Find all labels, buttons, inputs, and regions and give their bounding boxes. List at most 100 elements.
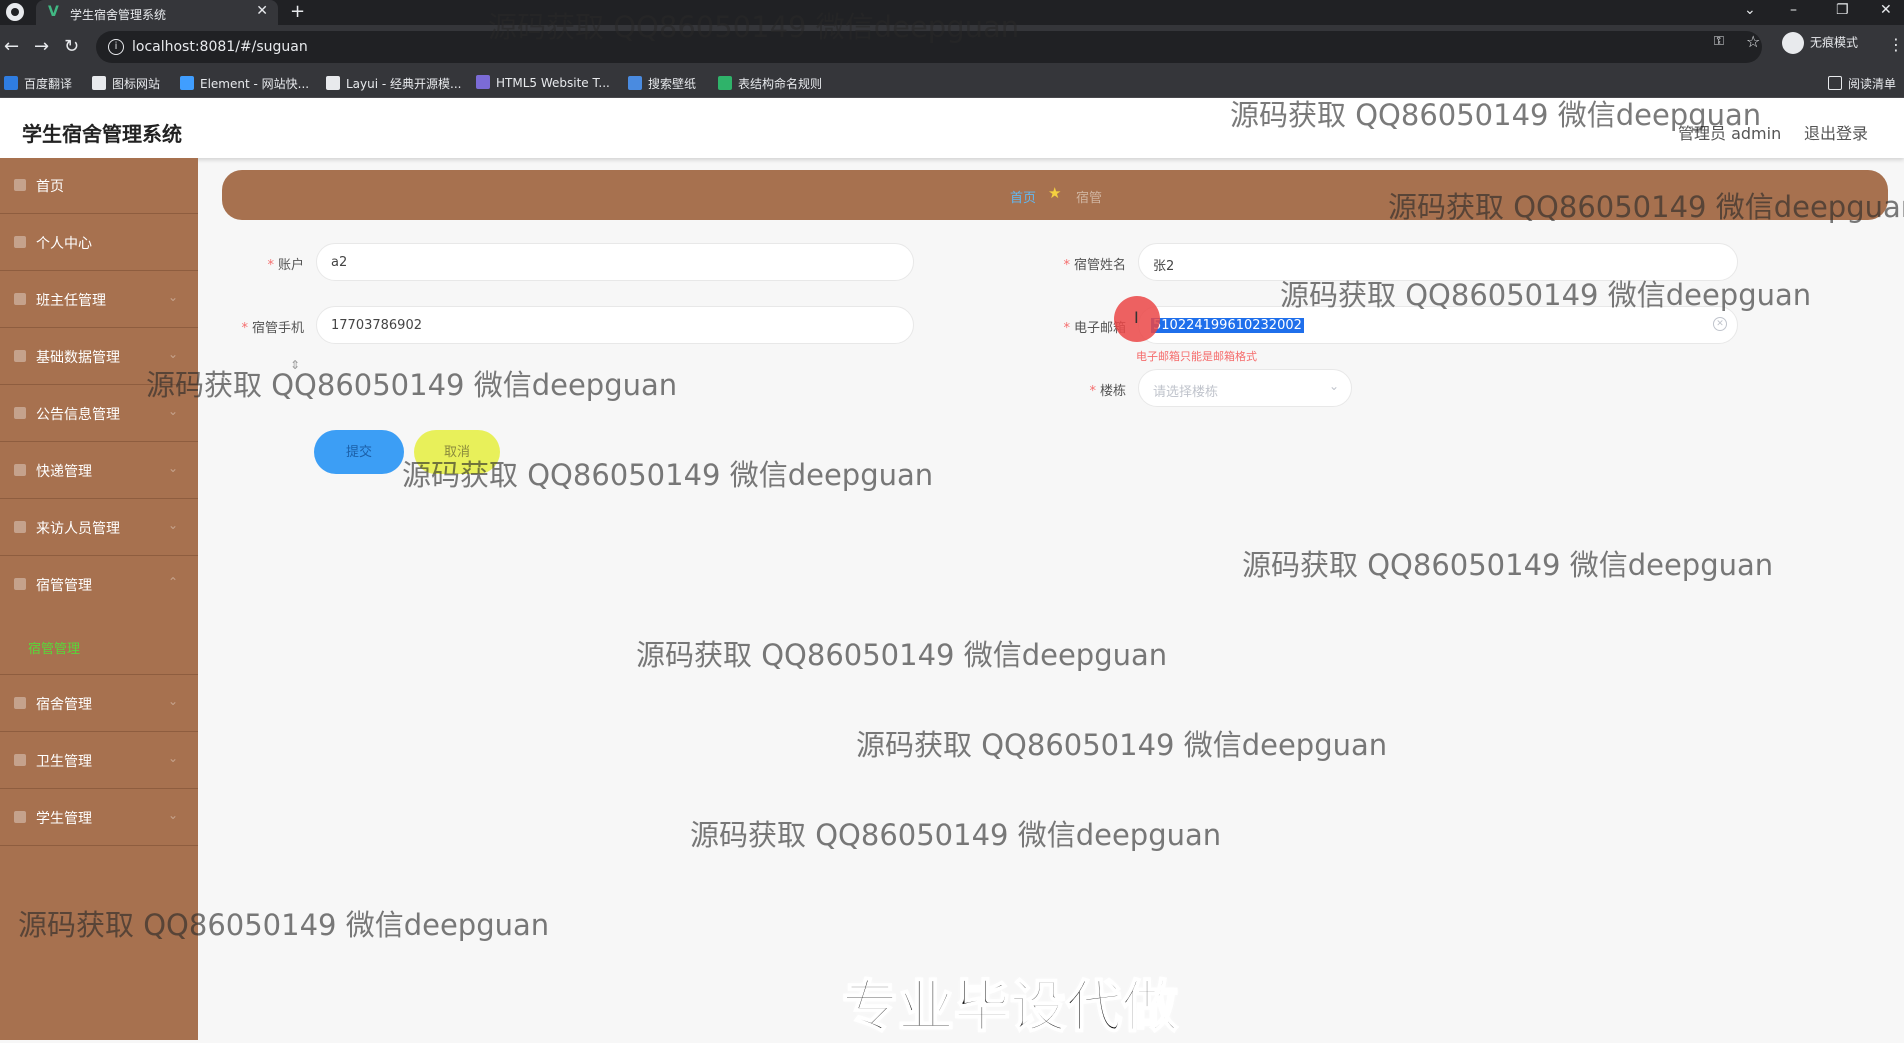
cancel-button[interactable]: 取消 [414, 430, 500, 474]
bookmark-icon [92, 76, 106, 90]
breadcrumb: 首页 ★ 宿管 [222, 170, 1888, 220]
sidebar-item-base-data[interactable]: 基础数据管理 ⌄ [0, 329, 198, 385]
address-bar[interactable]: i localhost:8081/#/suguan [96, 31, 1762, 63]
forward-icon[interactable]: → [34, 36, 49, 57]
home-icon [14, 179, 26, 191]
promo-banner: 专业毕设代做 [841, 974, 1179, 1041]
app-header: 学生宿舍管理系统 管理员 admin 退出登录 [0, 98, 1904, 158]
site-info-icon[interactable]: i [108, 39, 124, 55]
breadcrumb-current: 宿管 [1076, 191, 1103, 206]
address-toolbar: ← → ↻ i localhost:8081/#/suguan ⚿ ☆ 无痕模式… [0, 25, 1904, 69]
incognito-indicator[interactable]: 无痕模式 [1782, 32, 1858, 54]
kebab-menu-icon[interactable]: ⋮ [1888, 35, 1904, 54]
bookmark-icon [476, 75, 490, 89]
bookmarks-bar: 百度翻译 图标网站 Element - 网站快... Layui - 经典开源模… [0, 69, 1904, 98]
bookmark-icon [4, 76, 18, 90]
bookmark-item[interactable]: 表结构命名规则 [718, 75, 822, 92]
tab-search-icon[interactable]: ⌄ [1744, 2, 1756, 18]
text-cursor-icon: I [1134, 308, 1139, 327]
resize-handle-icon: ⇕ [290, 358, 301, 372]
phone-field[interactable]: 17703786902 [316, 306, 914, 344]
manager-name-field[interactable]: 张2 [1138, 243, 1738, 281]
star-icon: ★ [1048, 184, 1062, 202]
browser-tab-strip: V 学生宿舍管理系统 ✕ + ⌄ – ❐ ✕ [0, 0, 1904, 25]
app-title: 学生宿舍管理系统 [22, 122, 182, 146]
sidebar-item-visitors[interactable]: 来访人员管理 ⌄ [0, 500, 198, 556]
url-text: localhost:8081/#/suguan [132, 39, 308, 55]
close-window-icon[interactable]: ✕ [1880, 2, 1892, 18]
menu-icon [14, 464, 26, 476]
bookmark-item[interactable]: 百度翻译 [4, 75, 72, 92]
phone-label: * 宿管手机 [241, 321, 304, 336]
email-error-message: 电子邮箱只能是邮箱格式 [1136, 350, 1257, 363]
sidebar-item-hygiene[interactable]: 卫生管理 ⌄ [0, 733, 198, 789]
menu-icon [14, 697, 26, 709]
watermark: 源码获取 QQ86050149 微信deepguan [856, 728, 1388, 762]
sidebar-item-express[interactable]: 快递管理 ⌄ [0, 443, 198, 499]
reload-icon[interactable]: ↻ [64, 36, 79, 57]
sidebar: 首页 个人中心 班主任管理 ⌄ 基础数据管理 ⌄ 公告信息管理 ⌄ 快递管理 ⌄ 来访人… [0, 158, 198, 1040]
bookmark-item[interactable]: HTML5 Website T... [476, 75, 610, 90]
menu-icon [14, 293, 26, 305]
bookmark-item[interactable]: Element - 网站快... [180, 75, 309, 92]
chevron-down-icon: ⌄ [1328, 379, 1339, 393]
bookmark-item[interactable]: 图标网站 [92, 75, 160, 92]
bookmark-star-icon[interactable]: ☆ [1746, 32, 1760, 51]
browser-menu-icon[interactable] [6, 3, 24, 21]
chevron-down-icon: ⌄ [168, 461, 179, 475]
reading-list-icon [1828, 76, 1842, 90]
sidebar-item-managers[interactable]: 宿管管理 ⌃ [0, 557, 198, 613]
chevron-down-icon: ⌄ [168, 518, 179, 532]
sidebar-item-profile[interactable]: 个人中心 [0, 215, 198, 271]
sidebar-item-teachers[interactable]: 班主任管理 ⌄ [0, 272, 198, 328]
new-tab-icon[interactable]: + [290, 1, 305, 22]
close-tab-icon[interactable]: ✕ [256, 3, 268, 19]
key-icon[interactable]: ⚿ [1714, 34, 1724, 49]
vue-logo-icon: V [48, 4, 59, 20]
minimize-icon[interactable]: – [1790, 2, 1797, 18]
incognito-icon [1782, 32, 1804, 54]
user-icon [14, 407, 26, 419]
breadcrumb-home[interactable]: 首页 [1010, 187, 1036, 206]
clear-icon[interactable]: ✕ [1713, 317, 1727, 331]
bookmark-item[interactable]: Layui - 经典开源模... [326, 75, 461, 92]
user-icon [14, 236, 26, 248]
menu-icon [14, 578, 26, 590]
email-field[interactable]: 5102241996102320​02 ✕ [1138, 306, 1738, 344]
admin-label: 管理员 admin [1678, 124, 1782, 143]
incognito-label: 无痕模式 [1810, 35, 1859, 50]
sidebar-item-home[interactable]: 首页 [0, 158, 198, 214]
sidebar-item-dorms[interactable]: 宿舍管理 ⌄ [0, 676, 198, 732]
chevron-up-icon: ⌃ [168, 575, 179, 589]
account-field[interactable]: a2 [316, 243, 914, 281]
chevron-down-icon: ⌄ [168, 404, 179, 418]
sidebar-subitem-managers[interactable]: 宿管管理 [0, 619, 198, 675]
chevron-down-icon: ⌄ [168, 751, 179, 765]
submit-button[interactable]: 提交 [314, 430, 404, 474]
chevron-down-icon: ⌄ [168, 347, 179, 361]
bookmark-icon [718, 76, 732, 90]
account-label: * 账户 [267, 258, 304, 273]
restore-icon[interactable]: ❐ [1836, 2, 1849, 18]
chevron-down-icon: ⌄ [168, 694, 179, 708]
building-label: * 楼栋 [1089, 384, 1126, 399]
watermark: 源码获取 QQ86050149 微信deepguan [690, 818, 1222, 852]
chevron-down-icon: ⌄ [168, 290, 179, 304]
sidebar-item-students[interactable]: 学生管理 ⌄ [0, 790, 198, 846]
watermark: 源码获取 QQ86050149 微信deepguan [146, 368, 678, 402]
menu-icon [14, 754, 26, 766]
reading-list[interactable]: 阅读清单 [1828, 75, 1896, 92]
menu-icon [14, 811, 26, 823]
building-select[interactable]: 请选择楼栋 ⌄ [1138, 369, 1352, 407]
back-icon[interactable]: ← [4, 36, 19, 57]
menu-icon [14, 521, 26, 533]
sidebar-item-notices[interactable]: 公告信息管理 ⌄ [0, 386, 198, 442]
bookmark-item[interactable]: 搜索壁纸 [628, 75, 696, 92]
browser-tab[interactable]: V 学生宿舍管理系统 ✕ [36, 0, 278, 25]
bookmark-icon [180, 76, 194, 90]
tab-title: 学生宿舍管理系统 [70, 8, 167, 22]
chevron-down-icon: ⌄ [168, 808, 179, 822]
bookmark-icon [326, 76, 340, 90]
menu-icon [14, 350, 26, 362]
logout-button[interactable]: 退出登录 [1804, 120, 1868, 144]
